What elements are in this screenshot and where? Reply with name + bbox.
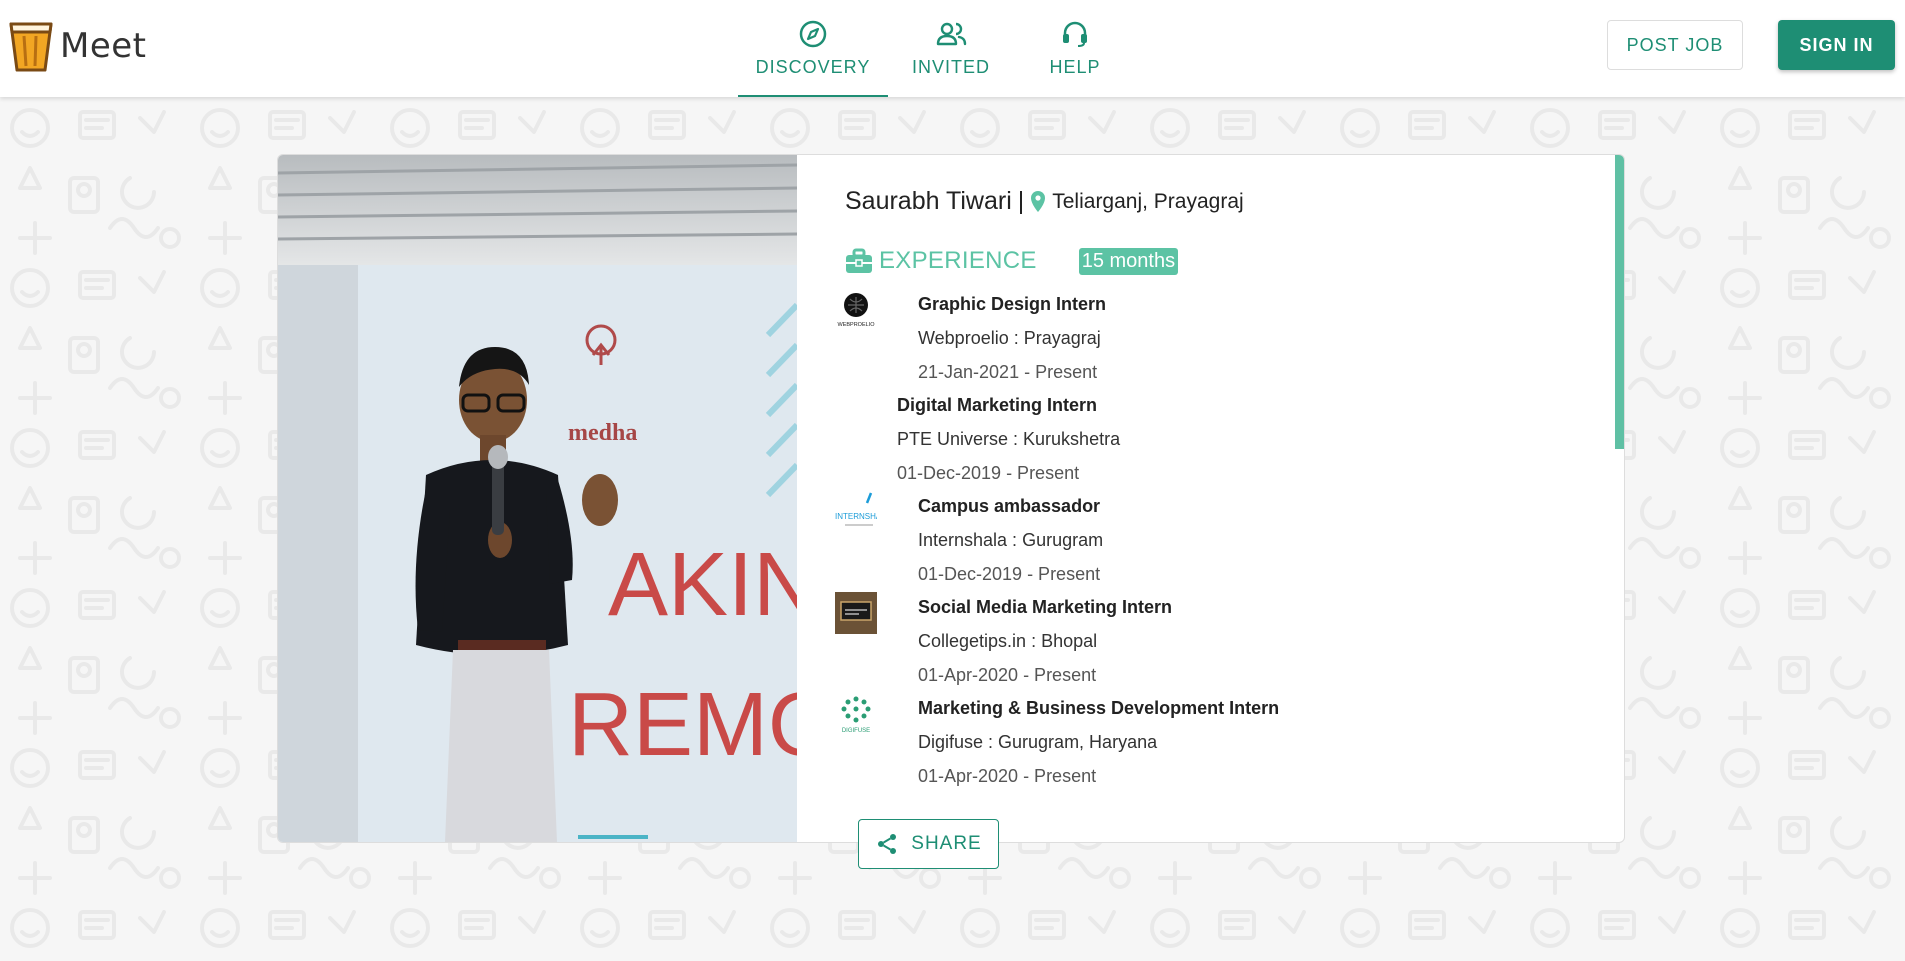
- experience-list: WEBPROELIO Graphic Design Intern Webproe…: [835, 287, 1595, 792]
- sign-in-button[interactable]: SIGN IN: [1778, 20, 1895, 70]
- tab-help[interactable]: HELP: [1014, 0, 1136, 97]
- job-dates: 21-Jan-2021 - Present: [918, 362, 1098, 382]
- tab-discovery-label: DISCOVERY: [755, 57, 871, 77]
- job-title: Campus ambassador: [918, 496, 1101, 516]
- scrollbar-thumb[interactable]: [1615, 155, 1624, 449]
- job-company: PTE Universe : Kurukshetra: [897, 429, 1121, 449]
- experience-item: WEBPROELIO Graphic Design Intern Webproe…: [835, 287, 1595, 388]
- banner-text-line2: REMONY: [568, 675, 797, 775]
- headset-icon: [1063, 21, 1087, 47]
- job-dates: 01-Dec-2019 - Present: [897, 463, 1080, 483]
- job-title: Graphic Design Intern: [918, 294, 1107, 314]
- company-logo-collegetips: [835, 592, 877, 634]
- company-logo-internshala: INTERNSHALA: [835, 491, 892, 533]
- company-logo-webproelio: WEBPROELIO: [835, 289, 877, 331]
- top-navbar: Meet DISCOVERY INVITED HELP POST JOB SIG…: [0, 0, 1905, 97]
- compass-icon: [799, 20, 827, 48]
- people-icon: [936, 22, 967, 46]
- job-dates: 01-Apr-2020 - Present: [918, 665, 1097, 685]
- post-job-button[interactable]: POST JOB: [1607, 20, 1743, 70]
- job-title: Social Media Marketing Intern: [918, 597, 1173, 617]
- profile-card: medha AKING REMONY: [277, 154, 1625, 843]
- share-icon: [878, 834, 897, 854]
- tab-help-label: HELP: [1049, 57, 1101, 77]
- profile-info-panel: Saurabh Tiwari | Teliarganj, Prayagraj E…: [797, 155, 1624, 842]
- experience-item: Digital Marketing Intern PTE Universe : …: [835, 388, 1595, 489]
- job-company: Internshala : Gurugram: [918, 530, 1104, 550]
- company-logo-digifuse: DIGIFUSE: [835, 693, 877, 735]
- share-label: SHARE: [911, 833, 982, 854]
- job-company: Webproelio : Prayagraj: [918, 328, 1101, 348]
- tea-glass-icon: [9, 22, 53, 72]
- svg-text:INTERNSHALA: INTERNSHALA: [835, 512, 877, 521]
- meet-logo[interactable]: Meet: [8, 18, 147, 74]
- profile-location: Teliarganj, Prayagraj: [1052, 189, 1244, 213]
- profile-name: Saurabh Tiwari: [845, 187, 1012, 215]
- job-company: Collegetips.in : Bhopal: [918, 631, 1098, 651]
- tab-discovery[interactable]: DISCOVERY: [738, 0, 888, 97]
- job-title: Marketing & Business Development Intern: [918, 698, 1280, 718]
- name-separator: |: [1017, 187, 1025, 215]
- job-title: Digital Marketing Intern: [897, 395, 1098, 415]
- name-location-row: Saurabh Tiwari | Teliarganj, Prayagraj: [845, 187, 1244, 216]
- experience-item: INTERNSHALA Campus ambassador Internshal…: [835, 489, 1595, 590]
- location-pin-icon: [1031, 190, 1046, 212]
- experience-item: DIGIFUSE Marketing & Business Developmen…: [835, 691, 1595, 792]
- svg-text:DIGIFUSE: DIGIFUSE: [842, 728, 870, 734]
- experience-item: Social Media Marketing Intern Collegetip…: [835, 590, 1595, 691]
- experience-header: EXPERIENCE 15 months: [845, 247, 1179, 275]
- banner-text-line1: AKING: [608, 535, 797, 635]
- svg-text:WEBPROELIO: WEBPROELIO: [838, 322, 876, 328]
- logo-text: Meet: [60, 26, 147, 66]
- banner-logo-text: medha: [568, 420, 637, 446]
- experience-duration-badge: 15 months: [1078, 247, 1179, 275]
- job-company: Digifuse : Gurugram, Haryana: [918, 732, 1158, 752]
- share-button[interactable]: SHARE: [858, 819, 999, 869]
- job-dates: 01-Apr-2020 - Present: [918, 766, 1097, 786]
- tab-invited-label: INVITED: [911, 57, 990, 77]
- briefcase-icon: [846, 248, 872, 273]
- tab-invited[interactable]: INVITED: [888, 0, 1014, 97]
- main-nav: DISCOVERY INVITED HELP: [738, 0, 1136, 97]
- experience-label: EXPERIENCE: [879, 247, 1037, 274]
- job-dates: 01-Dec-2019 - Present: [918, 564, 1101, 584]
- profile-photo: medha AKING REMONY: [278, 155, 797, 842]
